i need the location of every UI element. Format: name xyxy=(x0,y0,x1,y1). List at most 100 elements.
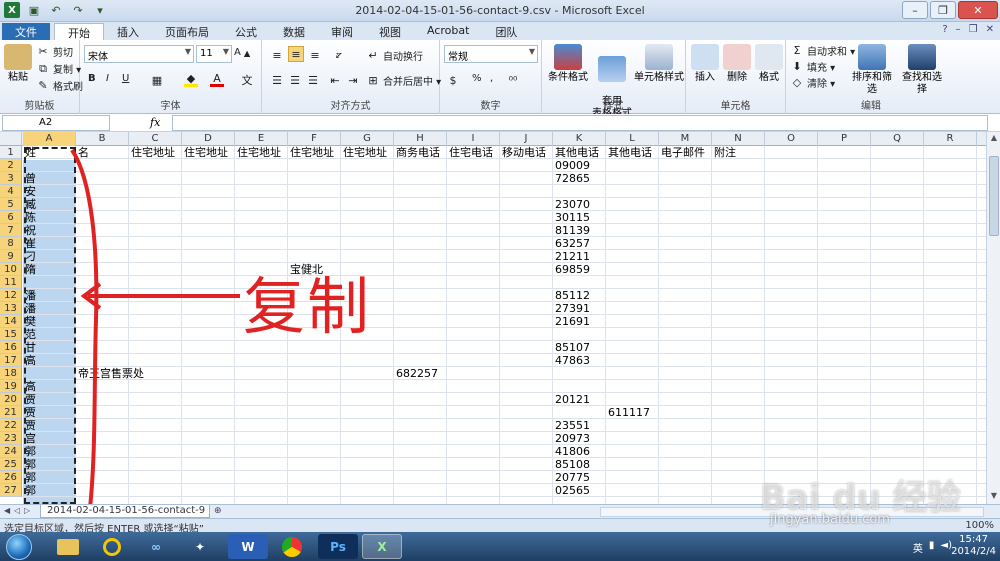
cell-k22[interactable]: 23551 xyxy=(555,419,590,432)
percent-button[interactable]: % xyxy=(472,73,482,84)
italic-button[interactable]: I xyxy=(106,73,109,84)
insert-function-icon[interactable]: fx xyxy=(150,116,160,129)
conditional-format-button[interactable]: 条件格式 xyxy=(548,44,588,84)
cell-k26[interactable]: 20775 xyxy=(555,471,590,484)
font-size-select[interactable]: 11 ▼ xyxy=(196,45,232,63)
row-header-16[interactable]: 16 xyxy=(0,341,22,354)
row-header-12[interactable]: 12 xyxy=(0,289,22,302)
scroll-thumb[interactable] xyxy=(989,156,999,236)
tab-formulas[interactable]: 公式 xyxy=(222,23,270,40)
cell-d1[interactable]: 住宅地址 xyxy=(184,146,228,159)
row-header-2[interactable]: 2 xyxy=(0,159,22,172)
cell-k1[interactable]: 其他电话 xyxy=(555,146,599,159)
zoom-level[interactable]: 100% xyxy=(965,520,994,531)
column-header-g[interactable]: G xyxy=(341,132,394,146)
row-header-6[interactable]: 6 xyxy=(0,211,22,224)
merge-center-button[interactable]: ⊞ 合并后居中 ▾ xyxy=(366,73,441,88)
cell-k16[interactable]: 85107 xyxy=(555,341,590,354)
cell-k20[interactable]: 20121 xyxy=(555,393,590,406)
autosum-button[interactable]: Σ 自动求和 ▾ xyxy=(790,43,856,58)
row-header-8[interactable]: 8 xyxy=(0,237,22,250)
phonetic-button[interactable]: 文 xyxy=(240,73,254,87)
column-header-n[interactable]: N xyxy=(712,132,765,146)
comma-button[interactable]: , xyxy=(490,73,493,84)
cell-k2[interactable]: 09009 xyxy=(555,159,590,172)
row-header-17[interactable]: 17 xyxy=(0,354,22,367)
column-header-l[interactable]: L xyxy=(606,132,659,146)
paste-button[interactable]: 粘贴 xyxy=(4,44,32,84)
name-box[interactable]: A2 xyxy=(2,115,110,131)
network-icon[interactable]: ▮ xyxy=(929,540,935,555)
row-header-22[interactable]: 22 xyxy=(0,419,22,432)
ribbon-minimize-icon[interactable]: – xyxy=(956,24,961,35)
infinity-icon[interactable]: ∞ xyxy=(136,534,176,559)
tab-view[interactable]: 视图 xyxy=(366,23,414,40)
workbook-restore-icon[interactable]: ❐ xyxy=(969,24,978,35)
find-select-button[interactable]: 查找和选择 xyxy=(898,44,946,96)
chrome-icon[interactable] xyxy=(272,534,312,559)
row-header-3[interactable]: 3 xyxy=(0,172,22,185)
column-header-d[interactable]: D xyxy=(182,132,235,146)
bold-button[interactable]: B xyxy=(88,73,96,84)
column-header-b[interactable]: B xyxy=(76,132,129,146)
sheet-tab[interactable]: 2014-02-04-15-01-56-contact-9 xyxy=(40,505,210,518)
worksheet-grid[interactable]: ABCDEFGHIJKLMNOPQR 1 2 3 4 5 6 7 8 9 10 11 12 13 14 15… xyxy=(0,132,986,504)
cell-k25[interactable]: 85108 xyxy=(555,458,590,471)
decimal-buttons[interactable]: ⁰⁰ xyxy=(506,73,520,87)
fill-button[interactable]: ⬇ 填充 ▾ xyxy=(790,59,835,74)
cell-k7[interactable]: 81139 xyxy=(555,224,590,237)
font-name-select[interactable]: 宋体 ▼ xyxy=(84,45,194,63)
row-header-15[interactable]: 15 xyxy=(0,328,22,341)
row-header-14[interactable]: 14 xyxy=(0,315,22,328)
cell-g1[interactable]: 住宅地址 xyxy=(343,146,387,159)
decrease-indent-button[interactable]: ⇤ xyxy=(328,73,342,87)
cell-b18[interactable]: 帝王宫售票处 xyxy=(78,367,144,380)
row-header-4[interactable]: 4 xyxy=(0,185,22,198)
cell-styles-button[interactable]: 单元格样式 xyxy=(634,44,684,84)
first-sheet-icon[interactable]: ◀ xyxy=(4,506,10,515)
scroll-up-icon[interactable]: ▲ xyxy=(988,133,1000,145)
cell-m1[interactable]: 电子邮件 xyxy=(661,146,705,159)
cell-k14[interactable]: 21691 xyxy=(555,315,590,328)
cell-k5[interactable]: 23070 xyxy=(555,198,590,211)
cell-k12[interactable]: 85112 xyxy=(555,289,590,302)
column-header-p[interactable]: P xyxy=(818,132,871,146)
start-button[interactable] xyxy=(6,534,32,560)
photoshop-app[interactable]: Ps xyxy=(318,534,358,559)
ime-indicator[interactable]: 英 xyxy=(913,540,923,555)
column-header-r[interactable]: R xyxy=(924,132,977,146)
cell-h1[interactable]: 商务电话 xyxy=(396,146,440,159)
cell-i1[interactable]: 住宅电话 xyxy=(449,146,493,159)
cell-f1[interactable]: 住宅地址 xyxy=(290,146,334,159)
row-header-5[interactable]: 5 xyxy=(0,198,22,211)
cell-j1[interactable]: 移动电话 xyxy=(502,146,546,159)
cell-k9[interactable]: 21211 xyxy=(555,250,590,263)
accounting-button[interactable]: $ xyxy=(446,73,460,87)
cell-k27[interactable]: 02565 xyxy=(555,484,590,497)
tab-insert[interactable]: 插入 xyxy=(104,23,152,40)
tab-home[interactable]: 开始 xyxy=(54,23,104,40)
row-header-24[interactable]: 24 xyxy=(0,445,22,458)
grow-font-button[interactable]: A ▲ xyxy=(234,47,250,58)
align-middle-button[interactable]: ≡ xyxy=(288,46,304,62)
column-header-m[interactable]: M xyxy=(659,132,712,146)
tool-icon[interactable]: ✦ xyxy=(180,534,220,559)
new-sheet-icon[interactable]: ⊕ xyxy=(214,506,222,516)
row-header-19[interactable]: 19 xyxy=(0,380,22,393)
ring-icon[interactable] xyxy=(92,534,132,559)
formula-input[interactable] xyxy=(172,115,988,131)
clock[interactable]: 15:47 2014/2/4 xyxy=(951,534,996,558)
cell-l21[interactable]: 611117 xyxy=(608,406,650,419)
tab-team[interactable]: 团队 xyxy=(482,23,530,40)
cell-l1[interactable]: 其他电话 xyxy=(608,146,652,159)
fill-color-button[interactable]: ◆ xyxy=(184,72,198,87)
cell-k10[interactable]: 69859 xyxy=(555,263,590,276)
delete-cells-button[interactable]: 删除 xyxy=(722,44,752,84)
row-header-25[interactable]: 25 xyxy=(0,458,22,471)
sort-filter-button[interactable]: 排序和筛选 xyxy=(848,44,896,96)
align-left-button[interactable]: ☰ xyxy=(270,73,284,87)
row-header-1[interactable]: 1 xyxy=(0,146,22,159)
tab-acrobat[interactable]: Acrobat xyxy=(414,23,482,40)
increase-indent-button[interactable]: ⇥ xyxy=(346,73,360,87)
cell-k6[interactable]: 30115 xyxy=(555,211,590,224)
